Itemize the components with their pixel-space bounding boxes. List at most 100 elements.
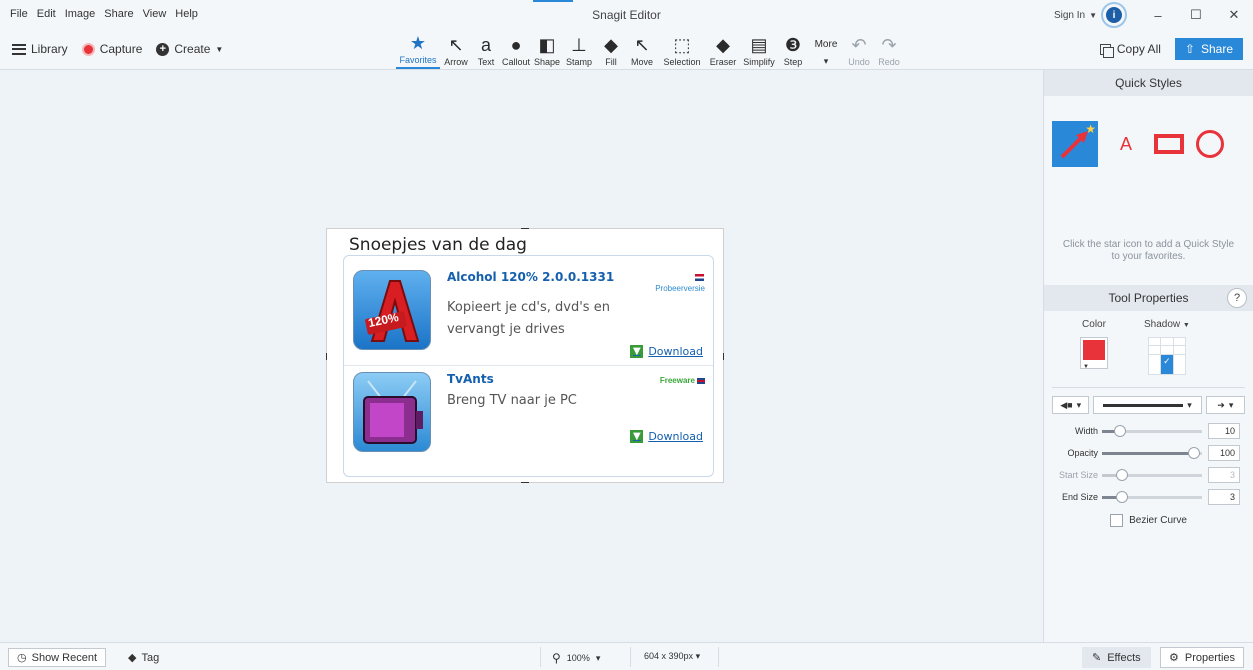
effects-button[interactable]: ✎ Effects	[1082, 647, 1151, 668]
shadow-cell[interactable]	[1161, 338, 1173, 346]
tool-simplify[interactable]: ▤ Simplify	[740, 30, 778, 69]
simplify-icon: ▤	[750, 34, 768, 55]
sign-in-button[interactable]: Sign In	[1054, 10, 1085, 21]
shadow-cell[interactable]	[1148, 354, 1161, 374]
slider-knob[interactable]	[1188, 446, 1200, 459]
end-size-input[interactable]: 3	[1208, 489, 1240, 505]
redo-button[interactable]: ↷ Redo	[874, 30, 904, 69]
tool-label: Move	[630, 57, 653, 67]
library-button[interactable]: Library	[12, 42, 68, 56]
captured-image[interactable]: Snoepjes van de dag 120% Alcohol 120% 2.…	[326, 228, 724, 483]
share-button[interactable]: ⇧ Share	[1174, 38, 1243, 60]
shadow-label: Shadow	[1144, 319, 1181, 330]
slider-knob[interactable]	[1116, 490, 1128, 503]
notification-badge[interactable]: i	[1101, 2, 1127, 28]
tool-move[interactable]: ↖ Move	[626, 30, 658, 69]
arrow-end-selector[interactable]: ➜ ▾	[1205, 396, 1245, 414]
alcohol-app-icon: 120%	[353, 270, 431, 350]
minimize-button[interactable]: –	[1139, 0, 1177, 30]
close-button[interactable]: ✕	[1215, 0, 1253, 30]
slider-label: Width	[1074, 426, 1098, 436]
text-icon: a	[480, 34, 491, 55]
quick-style-ellipse[interactable]	[1196, 130, 1224, 158]
tool-label: Arrow	[444, 57, 468, 67]
tool-arrow[interactable]: ↖ Arrow	[440, 30, 472, 69]
plus-icon: +	[156, 42, 170, 56]
copy-all-button[interactable]: Copy All	[1094, 38, 1167, 60]
tool-favorites[interactable]: ★ Favorites	[396, 30, 440, 69]
tool-shape[interactable]: ◧ Shape	[532, 30, 562, 69]
slider-label: Start Size	[1058, 470, 1098, 480]
star-icon[interactable]: ★	[1085, 122, 1096, 136]
chevron-down-icon: ▼	[1182, 322, 1190, 329]
redo-label: Redo	[878, 57, 900, 67]
shadow-control: Shadow ▼ ✓	[1144, 319, 1190, 375]
tool-text[interactable]: a Text	[472, 30, 500, 69]
color-picker[interactable]: ▼	[1080, 337, 1108, 370]
resize-handle-bottom[interactable]	[521, 482, 529, 483]
color-shadow-row: Color ▼ Shadow ▼ ✓	[1044, 311, 1253, 375]
opacity-slider[interactable]	[1102, 446, 1202, 459]
capture-button[interactable]: Capture	[81, 42, 142, 56]
shadow-cell[interactable]	[1161, 346, 1173, 354]
line-style-selector[interactable]: ▾	[1093, 396, 1202, 414]
divider	[630, 647, 631, 667]
undo-button[interactable]: ↶ Undo	[844, 30, 874, 69]
library-label: Library	[31, 42, 68, 56]
tool-fill[interactable]: ◆ Fill	[596, 30, 626, 69]
bezier-curve-option[interactable]: Bezier Curve	[1044, 514, 1253, 527]
resize-handle-top[interactable]	[521, 228, 529, 229]
properties-button[interactable]: ⚙ Properties	[1160, 647, 1245, 668]
program-name: Alcohol 120% 2.0.0.1331	[447, 270, 615, 284]
tool-stamp[interactable]: ⊥ Stamp	[562, 30, 596, 69]
chevron-down-icon: ▾	[595, 652, 601, 663]
more-tools-button[interactable]: More ▾	[808, 30, 844, 69]
end-size-slider[interactable]	[1102, 490, 1202, 503]
show-recent-button[interactable]: ◷ Show Recent	[8, 648, 107, 667]
quick-style-text[interactable]: A	[1110, 134, 1142, 155]
download-link[interactable]: ▼ Download	[630, 345, 703, 358]
chevron-down-icon[interactable]: ▼	[1089, 11, 1097, 20]
shadow-cell[interactable]	[1148, 346, 1161, 354]
slider-knob[interactable]	[1114, 424, 1126, 437]
tool-callout[interactable]: ● Callout	[500, 30, 532, 69]
tool-eraser[interactable]: ◆ Eraser	[706, 30, 740, 69]
image-dimensions[interactable]: 604 x 390px ▾	[644, 651, 700, 662]
tool-selection[interactable]: ⬚ Selection	[658, 30, 706, 69]
zoom-control[interactable]: ⚲ 100% ▾	[552, 651, 600, 665]
divider	[540, 647, 541, 667]
shadow-cell[interactable]	[1173, 354, 1185, 374]
quick-style-arrow-selected[interactable]: ★	[1052, 121, 1098, 167]
slider-fill	[1102, 451, 1194, 455]
tag-button[interactable]: ◆ Tag	[128, 651, 159, 665]
width-input[interactable]: 10	[1208, 423, 1240, 439]
arrow-start-selector[interactable]: ◀■ ▾	[1052, 396, 1090, 414]
window-controls: Sign In ▼ i – ☐ ✕	[1054, 0, 1253, 30]
create-button[interactable]: + Create ▼	[156, 42, 223, 56]
maximize-button[interactable]: ☐	[1177, 0, 1215, 30]
shadow-direction-grid[interactable]: ✓	[1147, 337, 1186, 375]
help-button[interactable]: ?	[1227, 288, 1247, 308]
tag-icon: ◆	[128, 652, 137, 664]
shadow-cell[interactable]	[1173, 338, 1185, 346]
editor-canvas[interactable]: Snoepjes van de dag 120% Alcohol 120% 2.…	[0, 70, 1043, 642]
license-badge: Freeware	[660, 376, 705, 385]
shadow-cell-checked[interactable]: ✓	[1161, 354, 1173, 374]
width-slider[interactable]	[1102, 424, 1202, 437]
start-size-slider-row: Start Size 3	[1044, 464, 1253, 486]
download-link[interactable]: ▼ Download	[630, 430, 703, 443]
tool-step[interactable]: ❸ Step	[778, 30, 808, 69]
shadow-cell[interactable]	[1173, 346, 1185, 354]
tool-label: Fill	[605, 57, 617, 67]
shadow-cell[interactable]	[1148, 338, 1161, 346]
quick-style-rectangle[interactable]	[1154, 134, 1184, 154]
bezier-checkbox[interactable]	[1110, 514, 1124, 527]
chevron-down-icon: ▾	[695, 651, 701, 661]
shape-icon: ◧	[538, 34, 556, 55]
zoom-icon: ⚲	[552, 651, 561, 665]
resize-handle-right[interactable]	[723, 353, 724, 360]
resize-handle-left[interactable]	[326, 353, 327, 360]
gear-icon: ⚙	[1169, 652, 1179, 664]
program-description: Breng TV naar je PC	[447, 393, 577, 408]
opacity-input[interactable]: 100	[1208, 445, 1240, 461]
